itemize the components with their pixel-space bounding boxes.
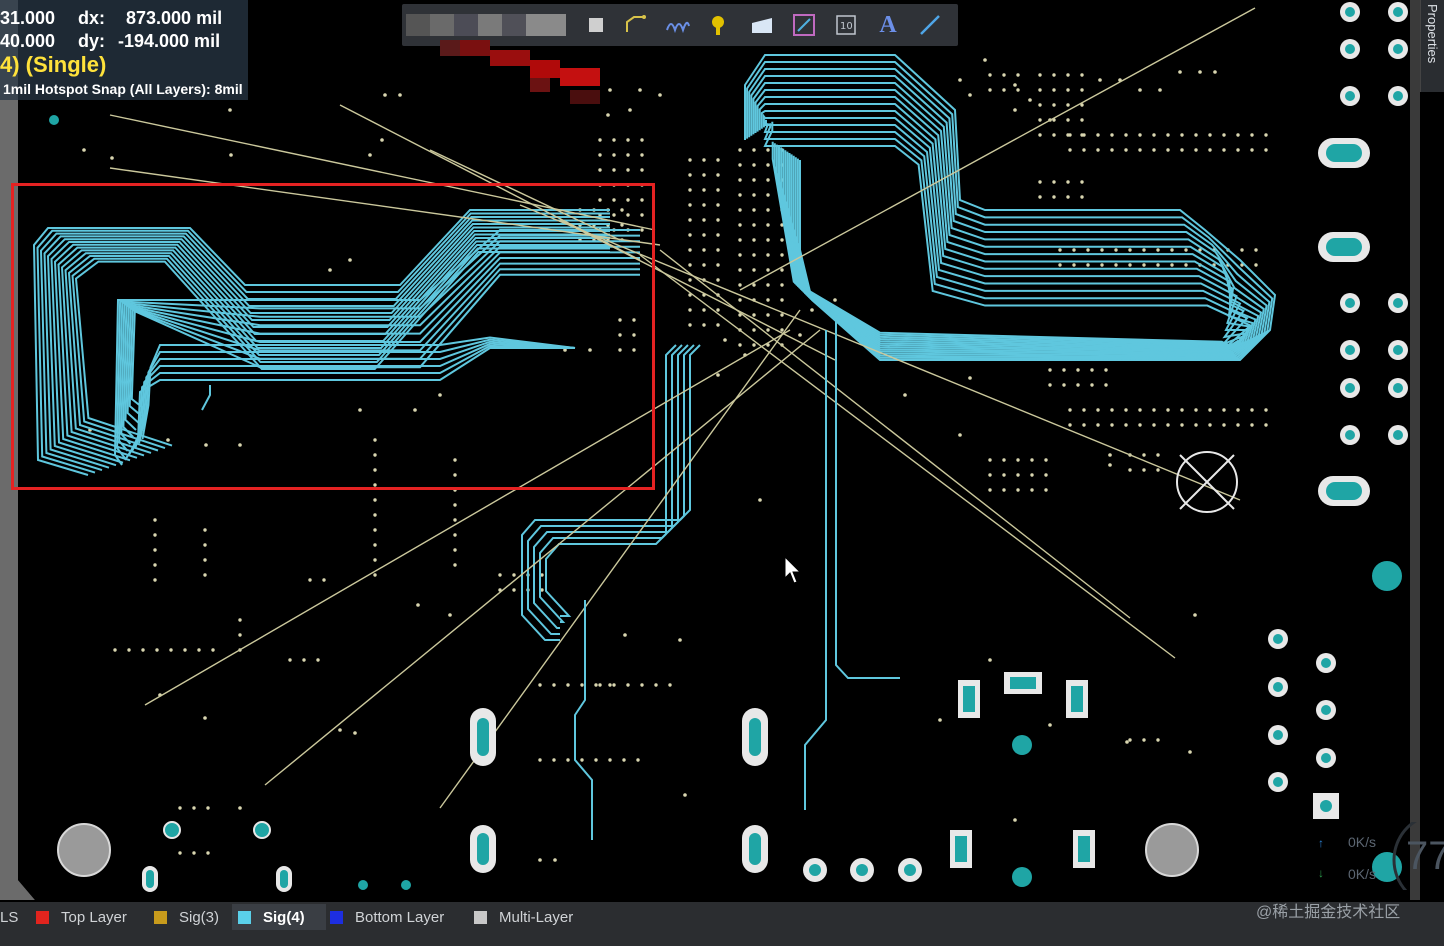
- line-icon[interactable]: [914, 10, 946, 40]
- layer-tab-label: LS: [0, 908, 19, 926]
- properties-tab-label: Properties: [1425, 4, 1440, 64]
- text-icon[interactable]: A: [872, 10, 904, 40]
- route-icon[interactable]: [620, 10, 652, 40]
- watermark: @稀土掘金技术社区: [1256, 904, 1401, 921]
- layer-color-swatch: [238, 910, 251, 924]
- layer-tab-multi-layer[interactable]: Multi-Layer: [468, 904, 598, 930]
- properties-panel-tab[interactable]: Properties: [1420, 0, 1444, 92]
- layer-tab-label: Multi-Layer: [499, 908, 574, 926]
- layer-tab-label: Top Layer: [61, 908, 127, 926]
- dy-label: dy:: [78, 31, 105, 51]
- svg-text:10: 10: [840, 21, 853, 32]
- y-coordinate: 40.000: [0, 31, 56, 51]
- layer-color-swatch: [474, 910, 487, 924]
- layer-tab-bottom-layer[interactable]: Bottom Layer: [324, 904, 466, 930]
- upload-speed: 0K/s: [1348, 834, 1377, 850]
- layer-mode: 4) (Single): [0, 52, 107, 77]
- download-speed: 0K/s: [1348, 866, 1377, 882]
- layer-tab-label: Sig(4): [263, 908, 305, 926]
- selection-rectangle: [11, 183, 655, 490]
- layer-tab-label: Sig(3): [179, 908, 220, 926]
- dx-label: dx:: [78, 8, 105, 28]
- x-coordinate: 31.000: [0, 8, 56, 28]
- pixelated-area: [406, 14, 566, 36]
- dx-value: 873.000 mil: [126, 8, 223, 28]
- place-fill-icon[interactable]: [746, 10, 778, 40]
- pixelated-overlay: [440, 40, 600, 104]
- layer-tab-ls[interactable]: LS: [0, 904, 22, 930]
- dy-value: -194.000 mil: [118, 31, 221, 51]
- place-via-icon[interactable]: [704, 10, 736, 40]
- layer-tab-top-layer[interactable]: Top Layer: [30, 904, 148, 930]
- mouse-cursor-icon: [784, 556, 802, 584]
- layer-color-swatch: [36, 910, 49, 924]
- layer-color-swatch: [330, 910, 343, 924]
- place-line-icon[interactable]: [788, 10, 820, 40]
- download-arrow-icon: ↓: [1318, 866, 1324, 880]
- layer-tab-sig-3[interactable]: Sig(3): [148, 904, 232, 930]
- coordinate-hud: 31.000 dx: 873.000 mil 40.000 dy: -194.0…: [0, 0, 248, 100]
- layer-tab-sig-4[interactable]: Sig(4): [232, 904, 326, 930]
- upload-arrow-icon: ↑: [1318, 836, 1324, 850]
- interactive-route-icon[interactable]: [662, 10, 694, 40]
- speed-gauge-number: 77: [1406, 834, 1444, 878]
- layer-tab-label: Bottom Layer: [355, 908, 445, 926]
- filter-icon[interactable]: [580, 10, 612, 40]
- layer-color-swatch: [154, 910, 167, 924]
- snap-info: 1mil Hotspot Snap (All Layers): 8mil: [3, 81, 243, 97]
- dimension-icon[interactable]: 10: [830, 10, 862, 40]
